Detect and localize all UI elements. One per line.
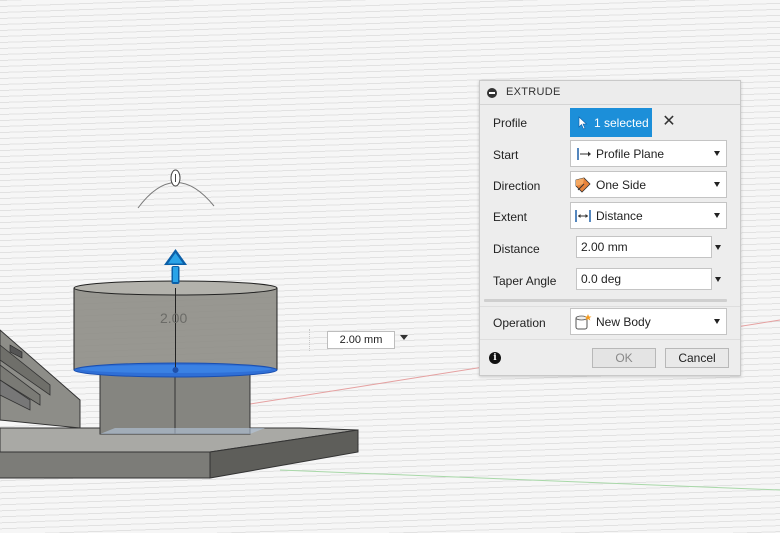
direction-dropdown[interactable]: One Side (570, 171, 727, 198)
taper-angle-label: Taper Angle (493, 274, 557, 288)
distance-label: Distance (493, 242, 540, 256)
viewport-distance-dropdown-icon[interactable] (400, 335, 408, 340)
operation-label: Operation (493, 316, 546, 330)
dialog-header[interactable]: EXTRUDE (480, 81, 740, 105)
start-label: Start (493, 148, 519, 162)
direction-label: Direction (493, 179, 541, 193)
extent-row: Extent Distance (480, 202, 742, 232)
distance-row: Distance 2.00 mm (480, 236, 742, 266)
cancel-button[interactable]: Cancel (665, 348, 729, 368)
one-side-icon (575, 177, 591, 193)
chevron-down-icon (714, 319, 720, 324)
y-axis-line (279, 469, 780, 491)
taper-angle-row: Taper Angle 0.0 deg (480, 268, 742, 298)
extrude-dialog: EXTRUDE Profile 1 selected ✕ Start Profi… (479, 80, 741, 376)
profile-select-label: 1 selected (594, 115, 649, 130)
extent-value: Distance (596, 208, 643, 223)
taper-angle-dropdown-icon[interactable] (715, 277, 721, 282)
profile-label: Profile (493, 116, 528, 130)
dialog-title: EXTRUDE (506, 86, 561, 98)
viewport-input-divider (309, 329, 310, 351)
distance-dropdown-icon[interactable] (715, 245, 721, 250)
ok-button[interactable]: OK (592, 348, 656, 368)
start-dropdown[interactable]: Profile Plane (570, 140, 727, 167)
collapse-icon[interactable] (487, 87, 497, 98)
start-value: Profile Plane (596, 146, 665, 161)
divider-line (480, 306, 740, 307)
section-divider (484, 299, 727, 302)
distance-manipulator-arrow[interactable] (164, 249, 187, 284)
chevron-down-icon (714, 213, 720, 218)
clear-selection-icon[interactable]: ✕ (661, 113, 677, 131)
footer-divider (480, 339, 740, 340)
cursor-icon (578, 115, 588, 129)
profile-row: Profile 1 selected ✕ (480, 108, 742, 138)
dimension-label: 2.00 (160, 310, 187, 326)
viewport-distance-input[interactable]: 2.00 mm (327, 331, 395, 349)
taper-angle-handle[interactable] (170, 169, 181, 187)
new-body-icon (575, 313, 592, 329)
chevron-down-icon (714, 182, 720, 187)
distance-input[interactable]: 2.00 mm (576, 236, 712, 258)
taper-angle-input[interactable]: 0.0 deg (576, 268, 712, 290)
chevron-down-icon (714, 151, 720, 156)
profile-plane-icon (577, 147, 591, 160)
info-icon[interactable]: i (489, 352, 501, 364)
extent-dropdown[interactable]: Distance (570, 202, 727, 229)
profile-select-button[interactable]: 1 selected (570, 108, 652, 137)
operation-dropdown[interactable]: New Body (570, 308, 727, 335)
operation-row: Operation New Body (480, 308, 742, 338)
direction-row: Direction One Side (480, 171, 742, 201)
direction-value: One Side (596, 177, 647, 192)
extent-label: Extent (493, 210, 528, 224)
operation-value: New Body (596, 314, 651, 329)
dialog-footer: i OK Cancel (480, 344, 740, 376)
distance-icon (575, 209, 591, 222)
start-row: Start Profile Plane (480, 140, 742, 170)
